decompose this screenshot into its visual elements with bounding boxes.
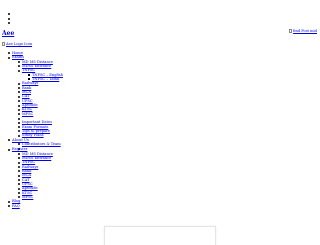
nav-item-faq: FAQ <box>6 204 63 208</box>
nav-item-about-us: About Us Contributors & Team <box>6 138 63 150</box>
top-bullet-list <box>4 12 16 26</box>
find-post-image-link[interactable]: find Post mid <box>289 29 317 33</box>
logo-image-link[interactable]: Aee Logo Icon <box>2 42 32 46</box>
main-nav: Home Exams MD MS Distance MDSS Entrance … <box>6 51 63 208</box>
nav-item-register: Register MD MS Distance MDSS Entrance TN… <box>6 147 63 199</box>
site-brand-link[interactable]: Aee <box>2 30 14 37</box>
broken-image-icon <box>289 29 293 33</box>
embedded-widget-frame <box>104 226 216 245</box>
empty-list-item <box>4 21 16 26</box>
exams-submenu: MD MS Distance MDSS Entrance TNPSC TNPSC… <box>12 60 63 138</box>
broken-image-icon <box>2 42 5 46</box>
nav-item-exams: Exams MD MS Distance MDSS Entrance TNPSC… <box>6 55 63 137</box>
nav-link-faq[interactable]: FAQ <box>12 204 20 208</box>
logo-alt-text: Aee Logo Icon <box>6 42 33 46</box>
find-post-alt-text: find Post mid <box>293 29 317 33</box>
list-item: TNPSC TNPSC – English TNPSC – Tamil <box>16 68 63 81</box>
register-submenu: MD MS Distance MDSS Entrance TNPSC Railw… <box>12 152 63 200</box>
tnpsc-submenu: TNPSC – English TNPSC – Tamil <box>22 73 63 82</box>
